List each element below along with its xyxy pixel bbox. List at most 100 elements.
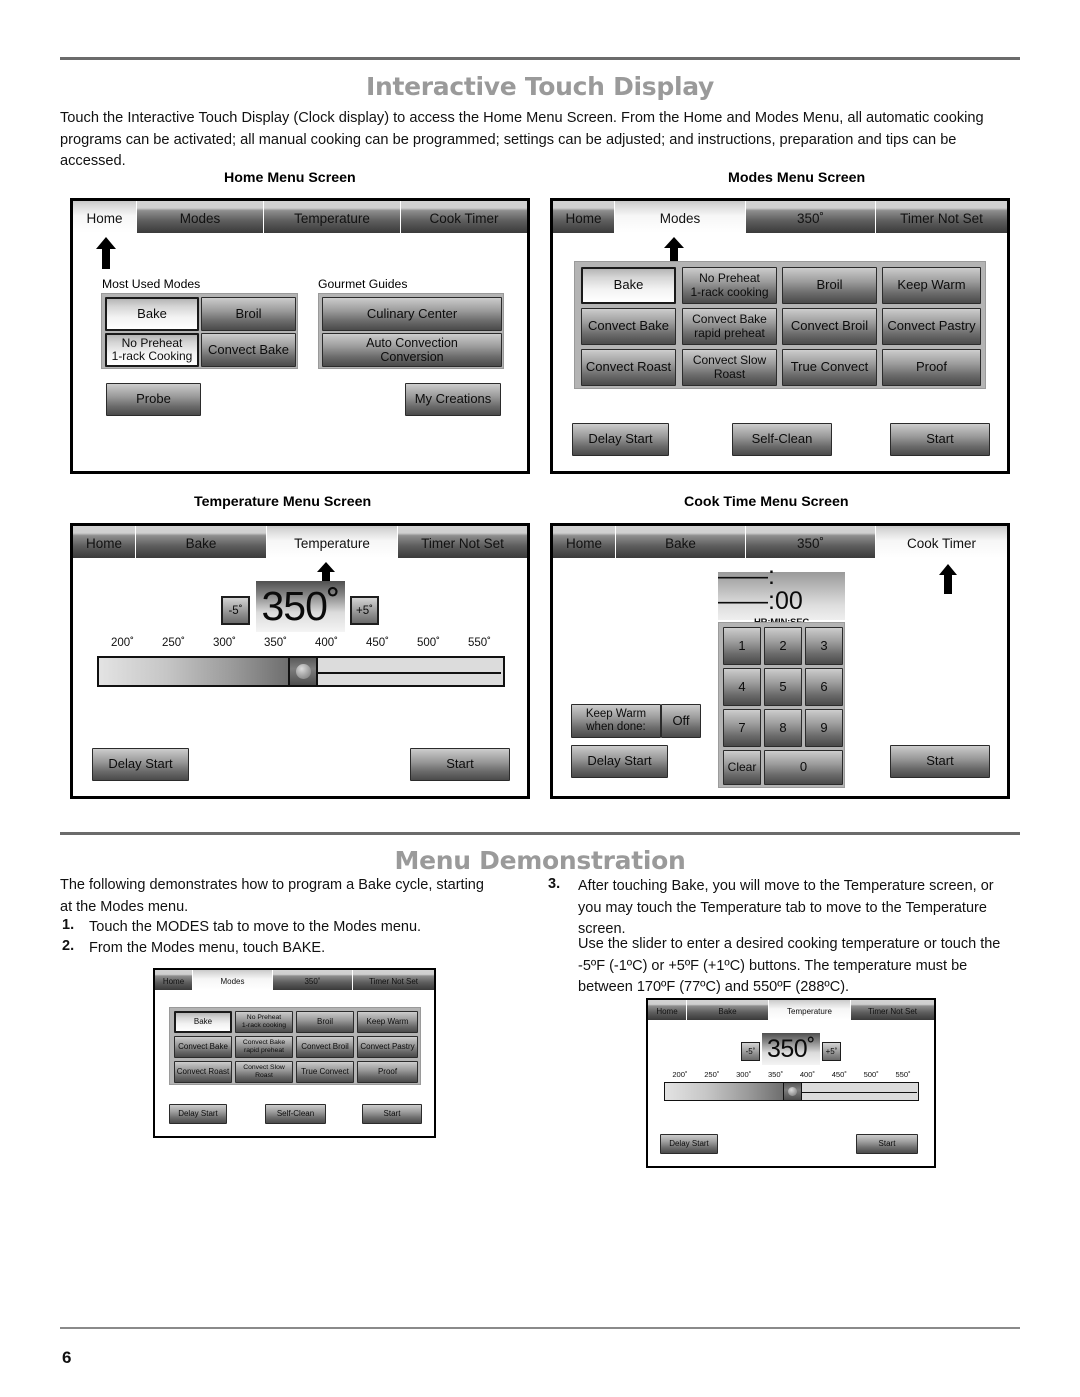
demo-tick-350: 350˚ xyxy=(767,1070,784,1079)
demo-modes-tab-modes[interactable]: Modes xyxy=(193,970,273,990)
modes-key-self-clean[interactable]: Self-Clean xyxy=(732,423,832,456)
demo-modes-key-convect-bake[interactable]: Convect Bake xyxy=(174,1036,232,1058)
demo-modes-key-convect-slow-roast[interactable]: Convect Slow Roast xyxy=(235,1061,293,1083)
modes-key-convect-pastry[interactable]: Convect Pastry xyxy=(882,308,981,345)
demo-temp-tab-bake[interactable]: Bake xyxy=(687,1000,769,1020)
demo-modes-tab-home[interactable]: Home xyxy=(155,970,193,990)
temperature-plus-button[interactable]: +5˚ xyxy=(350,596,379,625)
tab-modes-label: Modes xyxy=(179,210,221,226)
modes-key-no-preheat[interactable]: No Preheat 1-rack cooking xyxy=(682,267,777,304)
demo-modes-key-convect-bake-rapid-label: Convect Bake rapid preheat xyxy=(242,1039,286,1054)
cook-tab-bake[interactable]: Bake xyxy=(616,526,746,558)
numpad-key-7[interactable]: 7 xyxy=(723,709,761,747)
modes-key-proof[interactable]: Proof xyxy=(882,349,981,386)
cook-tab-temperature[interactable]: 350˚ xyxy=(746,526,876,558)
numpad-key-9[interactable]: 9 xyxy=(805,709,843,747)
temp-tab-timer[interactable]: Timer Not Set xyxy=(398,526,527,558)
demo-modes-key-convect-bake-rapid[interactable]: Convect Bake rapid preheat xyxy=(235,1036,293,1058)
modes-key-broil[interactable]: Broil xyxy=(782,267,877,304)
modes-key-convect-broil[interactable]: Convect Broil xyxy=(782,308,877,345)
temperature-slider-knob[interactable] xyxy=(288,656,318,687)
modes-key-convect-roast[interactable]: Convect Roast xyxy=(581,349,676,386)
numpad-key-4[interactable]: 4 xyxy=(723,668,761,706)
home-key-convect-bake[interactable]: Convect Bake xyxy=(201,333,296,367)
demo-temperature-minus-button[interactable]: -5˚ xyxy=(741,1042,760,1061)
modes-key-delay-start[interactable]: Delay Start xyxy=(572,423,669,456)
temperature-slider[interactable] xyxy=(97,656,505,687)
numpad-key-5[interactable]: 5 xyxy=(764,668,802,706)
cook-key-start[interactable]: Start xyxy=(890,745,990,778)
temp-tab-home[interactable]: Home xyxy=(73,526,136,558)
numpad-key-3[interactable]: 3 xyxy=(805,627,843,665)
home-key-probe[interactable]: Probe xyxy=(106,383,201,416)
demo-temp-tab-home[interactable]: Home xyxy=(648,1000,687,1020)
demo-modes-key-keep-warm[interactable]: Keep Warm xyxy=(357,1011,418,1033)
modes-key-convect-bake-rapid[interactable]: Convect Bake rapid preheat xyxy=(682,308,777,345)
demo-modes-key-convect-roast[interactable]: Convect Roast xyxy=(174,1061,232,1083)
cooktime-panel-title: Cook Time Menu Screen xyxy=(684,494,849,510)
modes-key-bake[interactable]: Bake xyxy=(581,267,676,304)
home-key-my-creations[interactable]: My Creations xyxy=(405,383,501,416)
modes-key-start[interactable]: Start xyxy=(890,423,990,456)
demo-modes-tab-temperature[interactable]: 350˚ xyxy=(273,970,353,990)
demo-modes-key-start[interactable]: Start xyxy=(362,1104,422,1124)
modes-key-bake-label: Bake xyxy=(613,277,644,293)
modes-key-true-convect[interactable]: True Convect xyxy=(782,349,877,386)
demo-temp-key-start[interactable]: Start xyxy=(856,1134,918,1154)
modes-tab-temperature-label: 350˚ xyxy=(796,210,825,226)
numpad-key-2[interactable]: 2 xyxy=(764,627,802,665)
temp-key-start[interactable]: Start xyxy=(410,748,510,781)
temperature-menu-screen: Home Bake Temperature Timer Not Set 350˚… xyxy=(70,523,530,799)
tab-cook-timer[interactable]: Cook Timer xyxy=(401,201,527,233)
home-key-broil[interactable]: Broil xyxy=(201,297,296,331)
numpad-key-1[interactable]: 1 xyxy=(723,627,761,665)
modes-key-convect-bake[interactable]: Convect Bake xyxy=(581,308,676,345)
modes-key-keep-warm[interactable]: Keep Warm xyxy=(882,267,981,304)
demo-modes-key-bake[interactable]: Bake xyxy=(174,1011,232,1033)
temperature-minus-button[interactable]: -5˚ xyxy=(221,596,250,625)
demo-modes-key-convect-pastry[interactable]: Convect Pastry xyxy=(357,1036,418,1058)
numpad-key-0[interactable]: 0 xyxy=(764,750,843,785)
demo-modes-tab-timer[interactable]: Timer Not Set xyxy=(353,970,434,990)
tab-temperature[interactable]: Temperature xyxy=(264,201,401,233)
demo-temp-tab-temperature[interactable]: Temperature xyxy=(769,1000,851,1020)
cook-key-start-label: Start xyxy=(926,753,954,769)
demo-temp-key-delay-start[interactable]: Delay Start xyxy=(660,1134,718,1154)
demo-modes-key-delay-start[interactable]: Delay Start xyxy=(169,1104,227,1124)
demo-temperature-slider[interactable] xyxy=(664,1082,919,1101)
modes-tab-modes[interactable]: Modes xyxy=(615,201,746,233)
modes-key-convect-slow-roast[interactable]: Convect Slow Roast xyxy=(682,349,777,386)
temp-tab-bake[interactable]: Bake xyxy=(136,526,267,558)
cook-key-keep-warm-value[interactable]: Off xyxy=(661,704,701,738)
demo-modes-key-convect-broil[interactable]: Convect Broil xyxy=(296,1036,354,1058)
cook-tab-home[interactable]: Home xyxy=(553,526,616,558)
tab-home[interactable]: Home xyxy=(73,201,137,233)
demo-temperature-slider-knob[interactable] xyxy=(783,1082,802,1101)
temp-key-delay-start[interactable]: Delay Start xyxy=(92,748,189,781)
cook-key-delay-start[interactable]: Delay Start xyxy=(571,745,668,778)
cook-tab-cook-timer[interactable]: Cook Timer xyxy=(876,526,1007,558)
cook-key-keep-warm[interactable]: Keep Warm when done: xyxy=(571,704,661,738)
numpad-key-8[interactable]: 8 xyxy=(764,709,802,747)
demo-temp-tab-bar: Home Bake Temperature Timer Not Set xyxy=(648,1000,934,1020)
modes-tab-temperature[interactable]: 350˚ xyxy=(746,201,876,233)
tick-550: 550˚ xyxy=(467,637,492,649)
modes-tab-timer[interactable]: Timer Not Set xyxy=(876,201,1007,233)
demo-modes-key-proof[interactable]: Proof xyxy=(357,1061,418,1083)
home-key-auto-convection-conversion[interactable]: Auto Convection Conversion xyxy=(322,333,502,367)
demo-temp-tab-timer[interactable]: Timer Not Set xyxy=(851,1000,934,1020)
demo-modes-key-broil[interactable]: Broil xyxy=(296,1011,354,1033)
modes-tab-home[interactable]: Home xyxy=(553,201,615,233)
numpad-key-6[interactable]: 6 xyxy=(805,668,843,706)
demo-modes-key-true-convect[interactable]: True Convect xyxy=(296,1061,354,1083)
demo-temperature-slider-fill xyxy=(665,1083,784,1100)
home-key-bake[interactable]: Bake xyxy=(105,297,199,331)
tab-modes[interactable]: Modes xyxy=(137,201,264,233)
temp-tab-temperature[interactable]: Temperature xyxy=(267,526,398,558)
demo-modes-key-no-preheat[interactable]: No Preheat 1-rack cooking xyxy=(235,1011,293,1033)
demo-temperature-plus-button[interactable]: +5˚ xyxy=(822,1042,841,1061)
numpad-key-clear[interactable]: Clear xyxy=(723,750,761,785)
home-key-no-preheat[interactable]: No Preheat 1-rack Cooking xyxy=(105,333,199,367)
demo-modes-key-self-clean[interactable]: Self-Clean xyxy=(265,1104,326,1124)
home-key-culinary-center[interactable]: Culinary Center xyxy=(322,297,502,331)
